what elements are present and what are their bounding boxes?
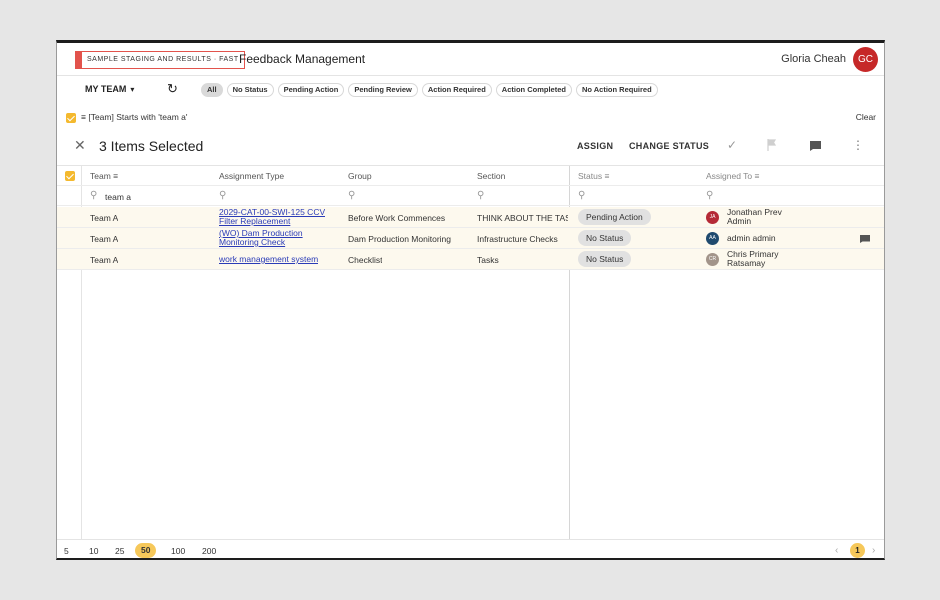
applied-filter-bar: ≡ [Team] Starts with 'team a' Clear (57, 105, 884, 129)
table-row[interactable]: Team A (WO) Dam Production Monitoring Che… (57, 228, 884, 249)
status-filter-bar: MY TEAM ▾ ↻ All No Status Pending Action … (57, 76, 884, 102)
chip-action-required[interactable]: Action Required (421, 83, 492, 97)
assignee-name-line: Admin (727, 216, 752, 226)
chip-all[interactable]: All (201, 83, 223, 97)
status-badge[interactable]: Pending Action (578, 209, 651, 225)
status-badge[interactable]: No Status (578, 251, 632, 267)
next-page-icon[interactable]: › (872, 545, 875, 556)
filter-icon: ≡ (81, 112, 86, 122)
search-icon[interactable]: ⚲ (578, 190, 585, 201)
avatar: JA (706, 211, 719, 224)
chip-no-action-required[interactable]: No Action Required (575, 83, 658, 97)
assignment-grid: Team ≡ Assignment Type Group Section Sta… (57, 165, 884, 539)
comment-icon[interactable] (810, 141, 821, 151)
assignment-link-line: Monitoring Check (219, 237, 286, 247)
page-size-200[interactable]: 200 (202, 546, 216, 556)
cell-section: THINK ABOUT THE TASK (477, 213, 568, 223)
search-icon[interactable]: ⚲ (348, 190, 355, 201)
check-icon[interactable]: ✓ (727, 138, 737, 152)
assignee-name-line: Ratsamay (727, 258, 766, 268)
table-row[interactable]: Team A 2029-CAT-00-SWI-125 CCV Filter Rep… (57, 207, 884, 228)
team-dropdown-label: MY TEAM (85, 84, 127, 94)
app-window: SAMPLE STAGING AND RESULTS · FAST Feedba… (56, 40, 885, 560)
column-search-row: ⚲ team a ⚲ ⚲ ⚲ ⚲ ⚲ (57, 186, 884, 206)
column-header-row: Team ≡ Assignment Type Group Section Sta… (57, 166, 884, 186)
close-selection-icon[interactable]: ✕ (74, 137, 86, 154)
page-size-100[interactable]: 100 (171, 546, 185, 556)
more-options-icon[interactable]: ⋮ (852, 138, 864, 152)
selection-title: 3 Items Selected (99, 138, 204, 154)
selection-toolbar: ✕ 3 Items Selected ASSIGN CHANGE STATUS … (57, 129, 884, 165)
status-badge[interactable]: No Status (578, 230, 632, 246)
previous-page-icon[interactable]: ‹ (835, 545, 838, 556)
cell-group: Checklist (348, 255, 383, 265)
column-header-status[interactable]: Status ≡ (578, 171, 609, 181)
assignee-name: Chris Primary Ratsamay (727, 250, 778, 268)
user-name[interactable]: Gloria Cheah (781, 53, 846, 65)
chip-action-completed[interactable]: Action Completed (495, 83, 572, 97)
column-header-assignment-type[interactable]: Assignment Type (219, 171, 284, 181)
column-header-team[interactable]: Team ≡ (90, 171, 118, 181)
assign-button[interactable]: ASSIGN (577, 141, 613, 151)
user-avatar[interactable]: GC (853, 47, 878, 72)
cell-team: Team A (90, 213, 119, 223)
cell-group: Dam Production Monitoring (348, 234, 451, 244)
filter-icon[interactable]: ≡ (755, 171, 760, 181)
page-size-5[interactable]: 5 (64, 546, 69, 556)
applied-filter-text: [Team] Starts with 'team a' (88, 112, 188, 122)
chip-pending-action[interactable]: Pending Action (277, 83, 345, 97)
search-icon: ⚲ (90, 190, 98, 201)
assignment-link[interactable]: 2029-CAT-00-SWI-125 CCV Filter Replacemen… (219, 208, 325, 226)
page-title: Feedback Management (239, 52, 366, 66)
refresh-icon[interactable]: ↻ (167, 81, 178, 97)
filter-icon[interactable]: ≡ (113, 171, 118, 181)
filter-icon[interactable]: ≡ (604, 171, 609, 181)
page-size-50[interactable]: 50 (135, 543, 157, 558)
assignment-link[interactable]: work management system (219, 255, 318, 264)
chip-no-status[interactable]: No Status (226, 83, 274, 97)
clear-filter-button[interactable]: Clear (856, 112, 876, 122)
pagination-bar: 5 10 25 50 100 200 ‹ 1 › (57, 539, 884, 558)
team-search-input[interactable]: team a (105, 192, 131, 202)
column-header-label: Team (90, 171, 111, 181)
applied-filter-label: ≡ [Team] Starts with 'team a' (81, 112, 187, 122)
search-icon[interactable]: ⚲ (706, 190, 713, 201)
page-size-25[interactable]: 25 (115, 546, 124, 556)
cell-team: Team A (90, 255, 119, 265)
assignee-name: Jonathan Prev Admin (727, 208, 782, 226)
flag-icon[interactable] (767, 139, 777, 151)
comment-icon[interactable] (860, 235, 870, 243)
cell-group: Before Work Commences (348, 213, 446, 223)
assignment-link-line: Filter Replacement (219, 216, 291, 226)
column-header-group[interactable]: Group (348, 171, 372, 181)
search-icon[interactable]: ⚲ (477, 190, 484, 201)
avatar: AA (706, 232, 719, 245)
cell-section: Tasks (477, 255, 499, 265)
column-header-label: Assigned To (706, 171, 753, 181)
current-page-button[interactable]: 1 (850, 543, 865, 558)
column-header-label: Status (578, 171, 603, 181)
chevron-down-icon: ▾ (130, 85, 135, 94)
table-row[interactable]: Team A work management system Checklist … (57, 249, 884, 270)
cell-section: Infrastructure Checks (477, 234, 558, 244)
cell-team: Team A (90, 234, 119, 244)
chip-pending-review[interactable]: Pending Review (348, 83, 418, 97)
avatar: CR (706, 253, 719, 266)
team-dropdown[interactable]: MY TEAM ▾ (85, 84, 134, 94)
change-status-button[interactable]: CHANGE STATUS (629, 141, 709, 151)
status-chip-group: All No Status Pending Action Pending Rev… (201, 83, 658, 97)
column-header-assigned-to[interactable]: Assigned To ≡ (706, 171, 760, 181)
select-all-checkbox[interactable] (66, 113, 76, 123)
assignment-link[interactable]: (WO) Dam Production Monitoring Check (219, 229, 303, 247)
app-header: SAMPLE STAGING AND RESULTS · FAST Feedba… (57, 43, 884, 76)
column-header-section[interactable]: Section (477, 171, 505, 181)
search-icon[interactable]: ⚲ (219, 190, 226, 201)
page-size-10[interactable]: 10 (89, 546, 98, 556)
brand-logo[interactable]: SAMPLE STAGING AND RESULTS · FAST (81, 51, 245, 69)
assignee-name: admin admin (727, 233, 776, 243)
